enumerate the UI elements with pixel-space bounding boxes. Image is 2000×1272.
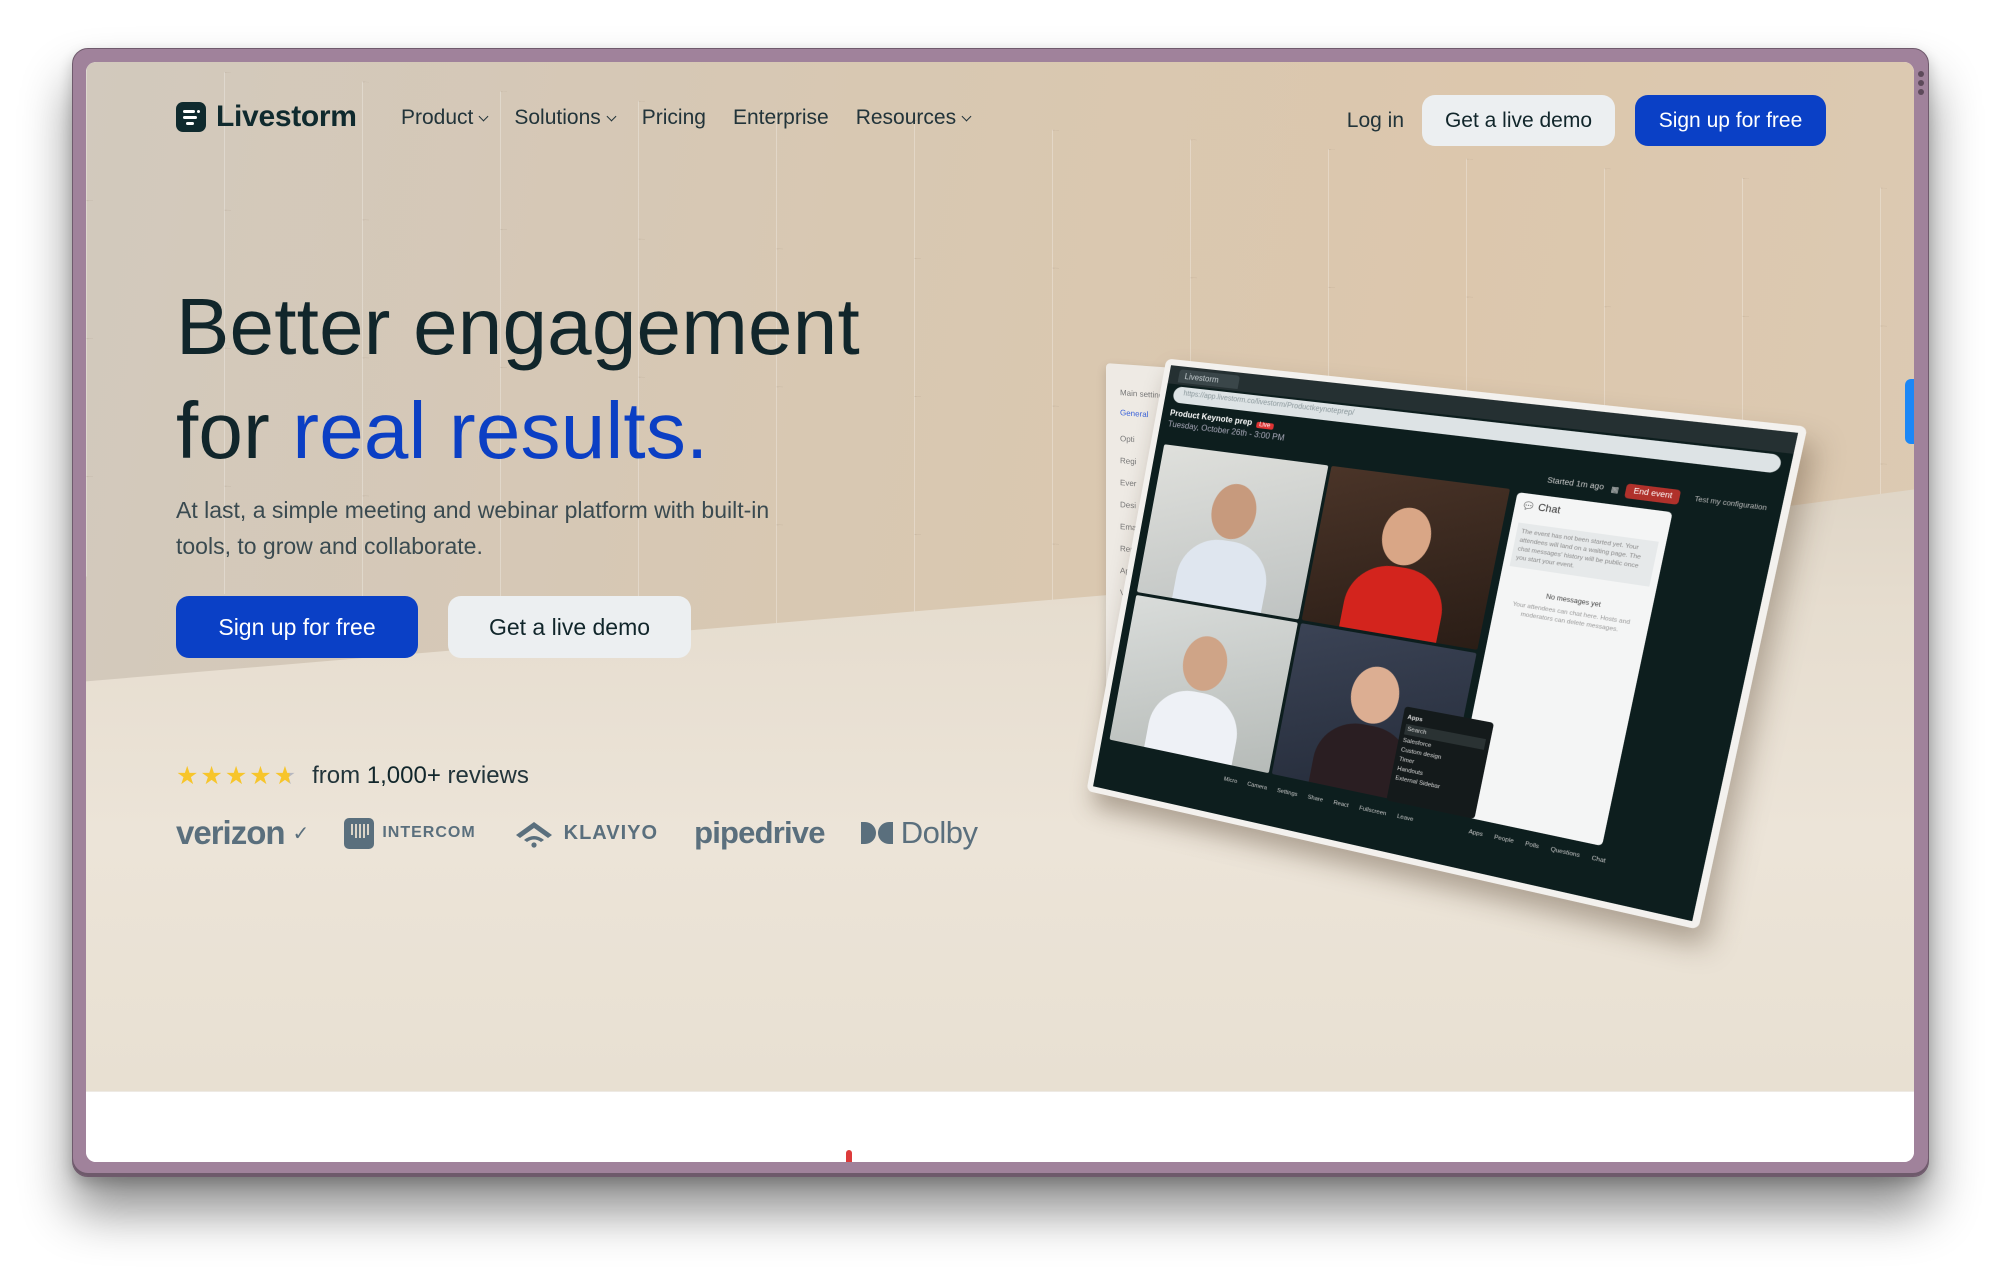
reviews-prefix: from <box>312 762 367 789</box>
participant-avatar <box>1171 478 1284 613</box>
control-label: Apps <box>1467 828 1484 839</box>
next-section <box>86 1091 1914 1162</box>
nav-item-label: Product <box>401 106 474 129</box>
reviews-summary: ★ ★ ★ ★ ★ from 1,000+ reviews <box>176 762 529 790</box>
started-time: Started 1m ago <box>1546 476 1605 492</box>
main-menu: Product Solutions Pricing Enterprise Res… <box>401 106 972 130</box>
star-icon: ★ <box>176 761 199 790</box>
product-illustration: Main settings General Opti Regi Ever Des… <box>1086 357 1808 930</box>
dolby-logo: Dolby <box>860 815 978 851</box>
control-label: Polls <box>1524 841 1540 851</box>
control-label: People <box>1493 834 1515 846</box>
device-frame: Livestorm Product Solutions Pricing Ente… <box>72 48 1929 1177</box>
control-label: Camera <box>1246 781 1268 792</box>
star-icon: ★ <box>224 761 248 790</box>
control-label: Share <box>1307 794 1324 804</box>
hero-signup-button[interactable]: Sign up for free <box>176 596 418 658</box>
dolby-icon <box>860 822 893 844</box>
klaviyo-wifi-icon <box>515 822 552 848</box>
hero-section: Livestorm Product Solutions Pricing Ente… <box>86 62 1914 1091</box>
nav-actions: Log in Get a live demo Sign up for free <box>1347 95 1826 146</box>
settings-item: Ever <box>1120 478 1137 489</box>
hero-subtitle: At last, a simple meeting and webinar pl… <box>176 497 770 559</box>
logo-text: verizon <box>176 814 286 851</box>
video-tile <box>1136 444 1328 619</box>
grid-layout-icon: ▦ <box>1610 485 1620 495</box>
browser-viewport: Livestorm Product Solutions Pricing Ente… <box>86 62 1914 1162</box>
check-mark-icon: ✓ <box>292 822 310 845</box>
control-label: Leave <box>1396 813 1414 824</box>
get-demo-button[interactable]: Get a live demo <box>1422 95 1615 146</box>
nav-item-pricing[interactable]: Pricing <box>642 106 706 130</box>
hero-cta-group: Sign up for free Get a live demo <box>176 596 691 658</box>
nav-item-enterprise[interactable]: Enterprise <box>733 106 829 130</box>
live-badge: Live <box>1255 421 1274 430</box>
reviews-count: 1,000+ <box>366 762 441 789</box>
reviews-text: from 1,000+ reviews <box>312 762 529 790</box>
headline-line-1: Better engagement <box>176 282 860 371</box>
control-label: Chat <box>1590 855 1607 865</box>
logo-text: KLAVIYO <box>563 821 659 844</box>
livestorm-logo[interactable]: Livestorm <box>176 100 357 134</box>
video-tile <box>1301 465 1510 650</box>
apps-title: Apps <box>1406 714 1424 724</box>
login-link[interactable]: Log in <box>1347 109 1404 133</box>
control-label: Questions <box>1549 846 1581 860</box>
nav-item-solutions[interactable]: Solutions <box>514 106 617 130</box>
section-marker <box>846 1150 852 1162</box>
settings-item: Opti <box>1120 434 1135 445</box>
settings-item: General <box>1120 408 1149 420</box>
desktop-stage: Livestorm Product Solutions Pricing Ente… <box>0 0 2000 1272</box>
video-tile <box>1109 594 1298 774</box>
livestorm-logo-icon <box>176 102 206 132</box>
participant-avatar <box>1143 629 1255 766</box>
chevron-down-icon <box>961 111 972 121</box>
star-icon: ★ <box>200 761 223 790</box>
star-icon: ★ <box>249 761 272 790</box>
star-partial-icon: ★ <box>273 761 297 790</box>
side-feedback-tab[interactable] <box>1905 379 1914 444</box>
intercom-icon <box>344 817 375 849</box>
nav-item-label: Enterprise <box>732 106 829 129</box>
chevron-down-icon <box>478 111 489 121</box>
chevron-down-icon <box>606 111 617 121</box>
window-handle-icon[interactable] <box>1918 71 1924 95</box>
participant-avatar <box>1339 501 1462 643</box>
settings-item: Regi <box>1120 456 1137 467</box>
nav-item-product[interactable]: Product <box>401 106 489 130</box>
headline-line-2-prefix: for <box>176 386 293 475</box>
logo-text: Dolby <box>900 815 978 850</box>
chat-title-text: Chat <box>1537 501 1562 516</box>
top-nav: Livestorm Product Solutions Pricing Ente… <box>86 62 1914 172</box>
nav-item-resources[interactable]: Resources <box>855 106 972 130</box>
pipedrive-logo: pipedrive <box>694 815 825 850</box>
nav-item-label: Resources <box>855 106 957 129</box>
star-rating: ★ ★ ★ ★ ★ <box>176 761 297 790</box>
verizon-logo: verizon ✓ <box>176 814 310 852</box>
control-label: Fullscreen <box>1358 805 1387 818</box>
settings-item: Desi <box>1120 500 1137 511</box>
nav-item-label: Solutions <box>514 106 601 129</box>
intercom-logo: INTERCOM <box>344 817 476 849</box>
reviews-suffix: reviews <box>440 762 529 789</box>
klaviyo-logo: KLAVIYO <box>512 818 658 848</box>
control-label: React <box>1332 799 1350 810</box>
nav-item-label: Pricing <box>641 106 706 129</box>
hero-headline: Better engagement for real results. <box>176 275 860 483</box>
control-label: Micro <box>1223 776 1238 786</box>
control-label: Settings <box>1276 787 1298 799</box>
headline-accent: real results. <box>292 386 709 475</box>
illustration-tab: Livestorm <box>1177 368 1240 389</box>
logo-text: INTERCOM <box>382 824 476 841</box>
signup-button[interactable]: Sign up for free <box>1635 95 1826 146</box>
hero-demo-button[interactable]: Get a live demo <box>448 596 691 658</box>
logo-wordmark: Livestorm <box>216 100 357 133</box>
chat-note: The event has not been started yet. Your… <box>1509 522 1659 587</box>
customer-logos: verizon ✓ INTERCOM KLAVIYO pipedrive Dolb… <box>176 814 978 852</box>
